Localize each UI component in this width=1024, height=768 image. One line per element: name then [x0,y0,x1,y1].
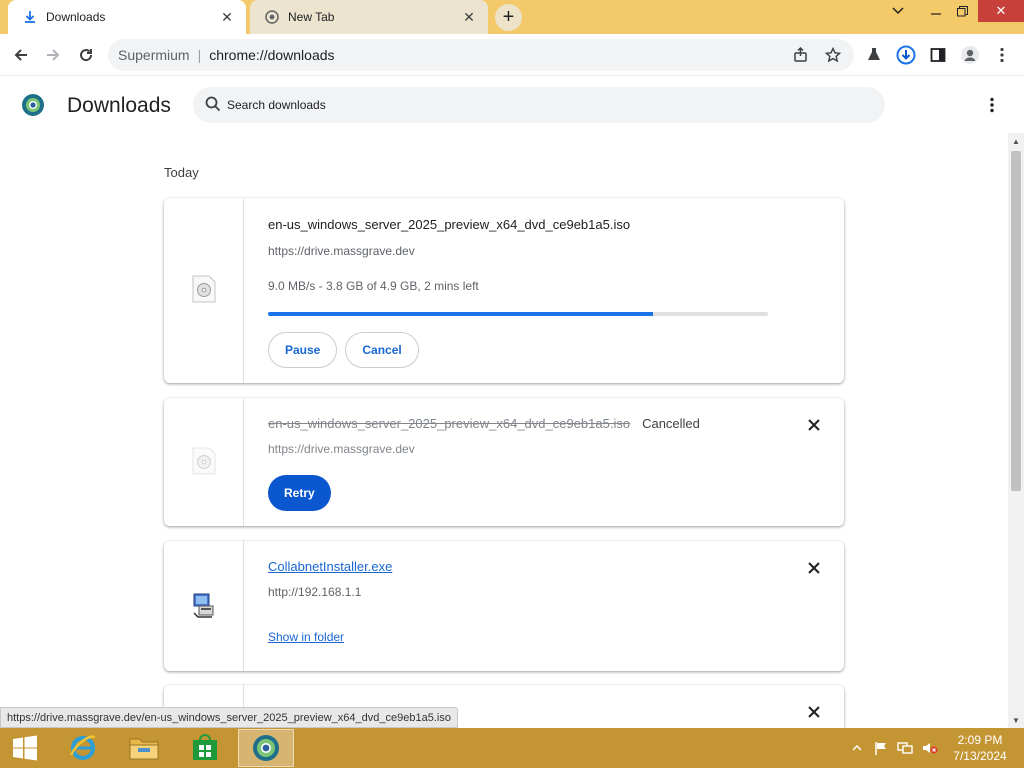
volume-muted-icon[interactable] [920,728,940,768]
file-name-link[interactable]: CollabnetInstaller.exe [268,559,392,574]
side-panel-icon[interactable] [925,42,951,68]
file-icon-column [164,541,244,671]
file-icon-column [164,198,244,383]
chrome-icon [264,9,280,25]
address-bar[interactable]: Supermium | chrome://downloads [108,39,854,71]
download-progress-bar [268,312,768,316]
scrollbar-thumb[interactable] [1011,151,1021,491]
show-hidden-icons-icon[interactable] [849,728,865,768]
tab-new-tab[interactable]: New Tab ✕ [250,0,488,34]
store-icon[interactable] [177,729,233,767]
tab-title: Downloads [46,10,106,24]
browser-brand: Supermium [118,47,190,63]
download-icon [22,9,38,25]
internet-explorer-icon[interactable] [55,729,111,767]
new-tab-button[interactable]: + [495,4,522,31]
search-downloads-field[interactable] [193,87,885,123]
share-icon[interactable] [788,42,814,68]
supermium-logo-icon [21,93,45,117]
restore-button[interactable] [946,0,978,22]
forward-icon[interactable] [40,42,66,68]
network-icon[interactable] [895,728,915,768]
download-item-in-progress: en-us_windows_server_2025_preview_x64_dv… [164,198,844,383]
download-item-cancelled: en-us_windows_server_2025_preview_x64_dv… [164,398,844,526]
page-title: Downloads [67,94,171,117]
file-name[interactable]: en-us_windows_server_2025_preview_x64_dv… [268,217,630,232]
close-tab-icon[interactable]: ✕ [218,8,236,26]
file-name: en-us_windows_server_2025_preview_x64_dv… [268,416,631,431]
bookmark-star-icon[interactable] [820,42,846,68]
file-source-url: https://drive.massgrave.dev [268,244,415,258]
retry-button[interactable]: Retry [268,475,331,511]
download-item-completed: CollabnetInstaller.exe http://192.168.1.… [164,541,844,671]
remove-item-icon[interactable] [804,558,824,578]
taskbar: 2:09 PM 7/13/2024 [0,728,1024,768]
download-progress-text: 9.0 MB/s - 3.8 GB of 4.9 GB, 2 mins left [268,279,479,293]
address-url: chrome://downloads [209,47,335,63]
action-center-flag-icon[interactable] [871,728,891,768]
date-section-label: Today [164,165,199,180]
search-icon [205,96,221,115]
file-icon-column [164,398,244,526]
show-in-folder-link[interactable]: Show in folder [268,630,344,644]
disc-file-icon [192,275,216,306]
scroll-up-icon[interactable]: ▲ [1008,133,1024,149]
remove-item-icon[interactable] [804,702,824,722]
downloads-toolbar-icon[interactable] [893,42,919,68]
clock-time: 2:09 PM [957,733,1003,747]
status-badge: Cancelled [642,416,700,431]
title-bar: Downloads ✕ New Tab ✕ + ✕ [0,0,1024,34]
extension-icon[interactable] [861,42,887,68]
browser-menu-icon[interactable] [989,42,1015,68]
remove-item-icon[interactable] [804,415,824,435]
scroll-down-icon[interactable]: ▼ [1008,712,1024,728]
installer-exe-icon [191,591,217,622]
back-icon[interactable] [8,42,34,68]
search-downloads-input[interactable] [227,98,827,112]
cancel-button[interactable]: Cancel [345,332,419,368]
file-source-url: https://drive.massgrave.dev [268,442,415,456]
downloads-header: Downloads [0,77,1008,133]
tab-title: New Tab [288,10,335,24]
clock-date: 7/13/2024 [953,749,1007,763]
downloads-menu-icon[interactable] [982,95,1002,115]
profile-icon[interactable] [957,42,983,68]
tab-downloads[interactable]: Downloads ✕ [8,0,246,34]
disc-file-icon [192,447,216,478]
start-button[interactable] [0,729,50,767]
file-source-url: http://192.168.1.1 [268,585,362,599]
reload-icon[interactable] [73,42,99,68]
system-clock[interactable]: 2:09 PM 7/13/2024 [950,732,1010,764]
toolbar: Supermium | chrome://downloads [0,34,1024,76]
download-progress-fill [268,312,653,316]
address-separator: | [197,47,202,63]
close-tab-icon[interactable]: ✕ [460,8,478,26]
supermium-taskbar-icon[interactable] [238,729,294,767]
tab-search-icon[interactable] [882,0,914,22]
pause-button[interactable]: Pause [268,332,338,368]
link-status-bubble: https://drive.massgrave.dev/en-us_window… [0,707,458,728]
close-window-button[interactable]: ✕ [978,0,1024,22]
file-explorer-icon[interactable] [116,729,172,767]
page-scrollbar[interactable]: ▲ ▼ [1008,133,1024,728]
